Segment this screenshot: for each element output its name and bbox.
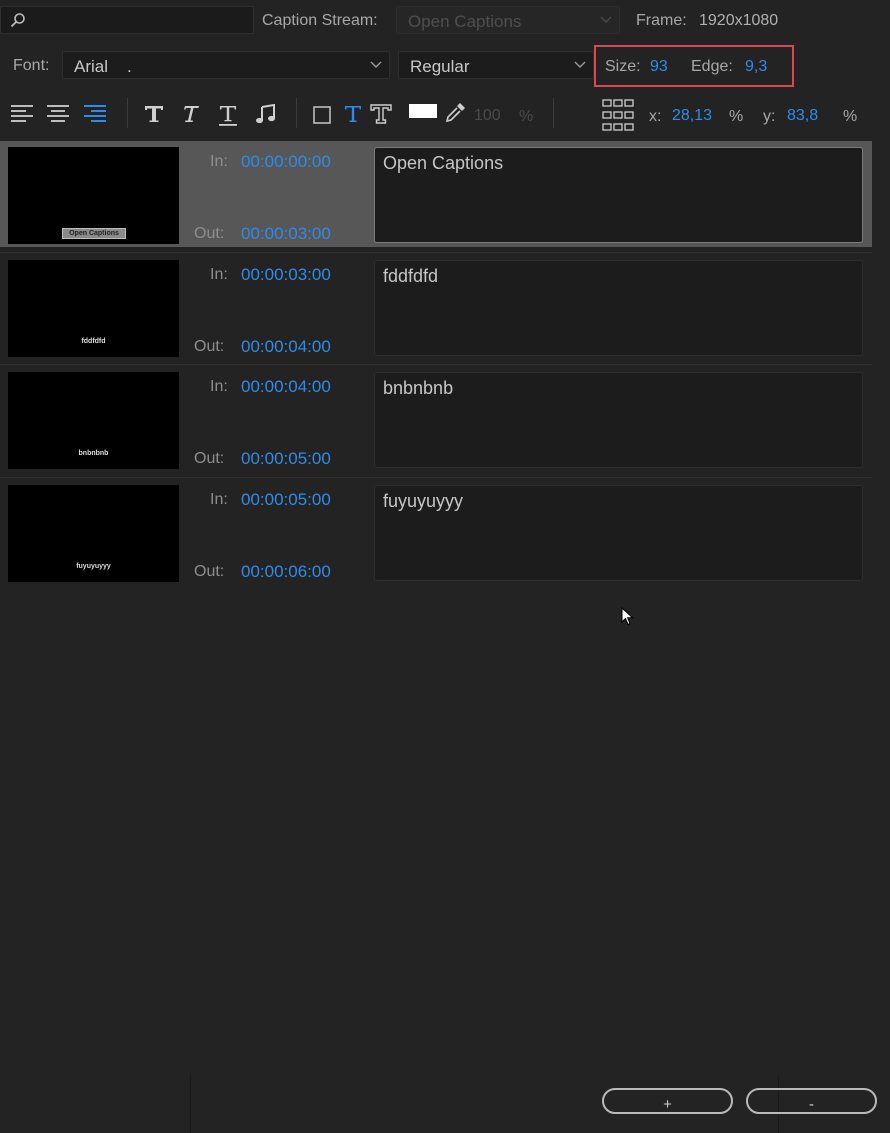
background-box-icon[interactable] xyxy=(313,106,331,124)
caption-stream-label: Caption Stream: xyxy=(262,12,378,29)
in-timecode[interactable]: 00:00:04:00 xyxy=(241,377,331,397)
row-divider xyxy=(0,477,872,478)
in-timecode[interactable]: 00:00:00:00 xyxy=(241,152,331,172)
opacity-value[interactable]: 100 xyxy=(474,107,501,125)
font-family-suffix: . xyxy=(127,57,132,76)
font-family-value: Arial xyxy=(74,57,109,76)
thumbnail-text: bnbnbnb xyxy=(78,450,109,457)
in-label: In: xyxy=(210,153,228,170)
thumbnail-text: fuyuyuyyy xyxy=(76,563,111,570)
frame-value: 1920x1080 xyxy=(699,12,779,29)
thumbnail-text: Open Captions xyxy=(62,228,126,239)
frame-label: Frame: xyxy=(636,12,687,29)
caption-row[interactable]: bnbnbnb In: 00:00:04:00 Out: 00:00:05:00… xyxy=(0,366,872,472)
search-icon xyxy=(10,13,25,28)
thumbnail-text: fddfdfd xyxy=(81,338,106,345)
chevron-down-icon xyxy=(574,61,586,68)
underline-icon[interactable] xyxy=(218,105,238,127)
caption-stream-select[interactable]: Open Captions xyxy=(396,6,620,34)
out-label: Out: xyxy=(194,450,225,467)
out-timecode[interactable]: 00:00:06:00 xyxy=(241,562,331,582)
add-caption-button[interactable]: + xyxy=(602,1088,733,1114)
caption-row[interactable]: Open Captions In: 00:00:00:00 Out: 00:00… xyxy=(0,141,872,247)
remove-caption-button[interactable]: - xyxy=(746,1088,877,1114)
in-label: In: xyxy=(210,378,228,395)
caption-thumbnail: Open Captions xyxy=(8,147,179,244)
in-label: In: xyxy=(210,266,228,283)
caption-thumbnail: fddfdfd xyxy=(8,260,179,357)
italic-icon[interactable] xyxy=(180,105,200,123)
mouse-cursor-icon xyxy=(621,607,634,626)
caption-thumbnail: bnbnbnb xyxy=(8,372,179,469)
toolbar-divider xyxy=(127,98,128,128)
bold-icon[interactable] xyxy=(144,105,164,123)
position-grid-icon[interactable] xyxy=(602,99,634,131)
font-style-select[interactable]: Regular xyxy=(398,51,594,79)
size-edge-highlight xyxy=(594,45,794,87)
in-timecode[interactable]: 00:00:03:00 xyxy=(241,265,331,285)
caption-text-field[interactable]: fuyuyuyyy xyxy=(374,485,863,581)
out-timecode[interactable]: 00:00:04:00 xyxy=(241,337,331,357)
caption-row[interactable]: fuyuyuyyy In: 00:00:05:00 Out: 00:00:06:… xyxy=(0,479,872,585)
row-divider xyxy=(0,364,872,365)
font-label: Font: xyxy=(13,57,50,74)
text-outline-icon[interactable] xyxy=(370,104,392,124)
toolbar-divider xyxy=(553,98,554,128)
row-divider xyxy=(0,252,872,253)
x-unit: % xyxy=(729,108,744,125)
eyedropper-icon[interactable] xyxy=(445,101,467,123)
music-note-icon[interactable] xyxy=(255,104,277,124)
chevron-down-icon xyxy=(370,61,382,68)
opacity-unit: % xyxy=(519,108,534,125)
text-color-icon[interactable] xyxy=(344,105,362,123)
in-label: In: xyxy=(210,491,228,508)
panel-divider xyxy=(190,1075,191,1133)
y-unit: % xyxy=(843,108,858,125)
out-timecode[interactable]: 00:00:03:00 xyxy=(241,224,331,244)
y-value[interactable]: 83,8 xyxy=(787,107,818,125)
caption-text-field[interactable]: fddfdfd xyxy=(374,260,863,356)
x-label: x: xyxy=(649,108,662,125)
out-label: Out: xyxy=(194,338,225,355)
caption-text-field[interactable]: Open Captions xyxy=(374,147,863,243)
align-center-icon[interactable] xyxy=(47,104,71,124)
out-label: Out: xyxy=(194,225,225,242)
font-family-select[interactable]: Arial . xyxy=(62,51,390,79)
align-left-icon[interactable] xyxy=(11,104,35,124)
y-label: y: xyxy=(763,108,776,125)
out-label: Out: xyxy=(194,563,225,580)
search-input[interactable] xyxy=(0,6,254,34)
toolbar-divider xyxy=(296,98,297,128)
out-timecode[interactable]: 00:00:05:00 xyxy=(241,449,331,469)
chevron-down-icon xyxy=(600,16,612,23)
caption-row[interactable]: fddfdfd In: 00:00:03:00 Out: 00:00:04:00… xyxy=(0,254,872,360)
caption-thumbnail: fuyuyuyyy xyxy=(8,485,179,582)
in-timecode[interactable]: 00:00:05:00 xyxy=(241,490,331,510)
color-swatch[interactable] xyxy=(409,104,437,118)
caption-text-field[interactable]: bnbnbnb xyxy=(374,372,863,468)
caption-stream-value: Open Captions xyxy=(408,12,522,31)
align-right-icon[interactable] xyxy=(84,104,108,124)
x-value[interactable]: 28,13 xyxy=(672,107,712,125)
font-style-value: Regular xyxy=(410,57,470,76)
